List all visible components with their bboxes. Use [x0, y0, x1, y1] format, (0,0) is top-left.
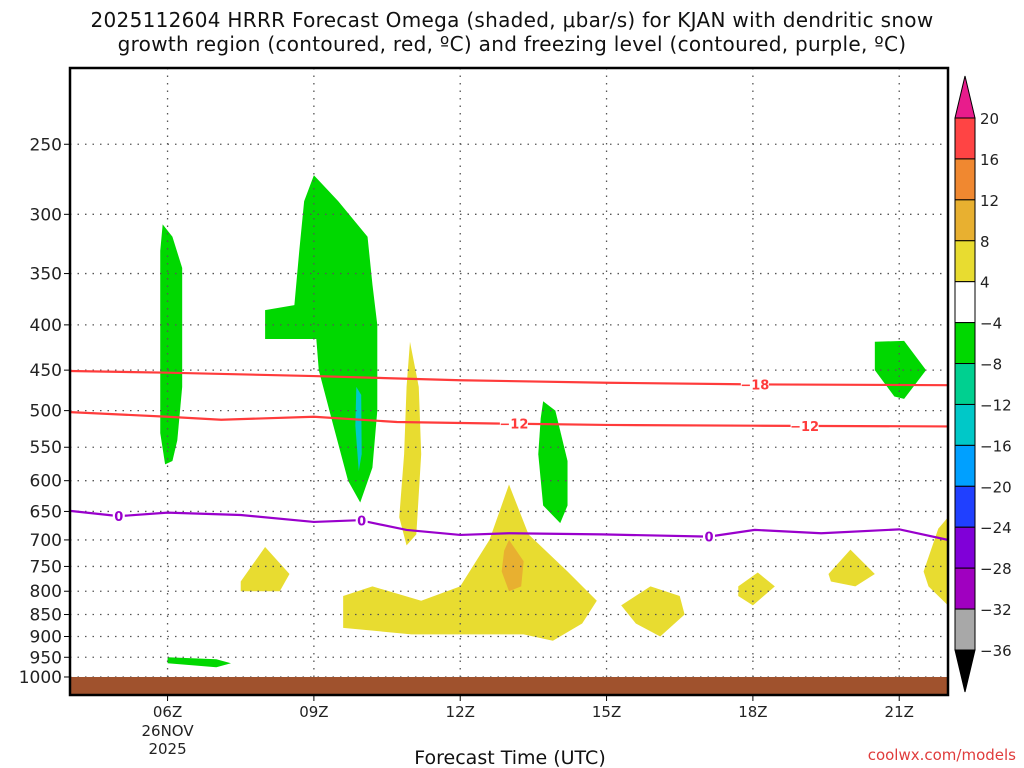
x-date-label: 26NOV [141, 722, 194, 740]
colorbar-label: 16 [980, 151, 999, 169]
contour-label: 0 [114, 510, 123, 525]
colorbar-segment [954, 322, 976, 365]
omega-shaded-region [167, 657, 231, 668]
colorbar-segment [954, 158, 976, 201]
omega-shaded-region [399, 341, 422, 546]
y-tick-label: 350 [30, 265, 62, 285]
omega-shaded-region [738, 572, 775, 606]
y-tick-label: 800 [30, 582, 62, 602]
colorbar-over-triangle [954, 75, 976, 119]
colorbar-segment [954, 403, 976, 446]
x-tick-label: 06Z [153, 703, 182, 721]
colorbar-label: −12 [980, 396, 1012, 414]
colorbar-segment [954, 567, 976, 610]
chart: 2025112604 HRRR Forecast Omega (shaded, … [0, 0, 1024, 768]
colorbar-segment [954, 363, 976, 405]
omega-shaded-region [160, 224, 183, 465]
colorbar-segment [954, 526, 976, 569]
terrain-fill [70, 676, 948, 695]
colorbar-label: −8 [980, 356, 1002, 374]
omega-shaded-region [538, 401, 568, 524]
x-tick-label: 09Z [299, 703, 328, 721]
x-tick-label: 18Z [738, 703, 767, 721]
colorbar-label: −16 [980, 437, 1012, 455]
colorbar-label: −28 [980, 560, 1012, 578]
contour-label: −12 [790, 420, 819, 435]
y-tick-label: 750 [30, 557, 62, 577]
colorbar-under-triangle [954, 649, 976, 693]
colorbar-label: −4 [980, 315, 1002, 333]
colorbar-segment [954, 281, 976, 324]
contour-label: −18 [740, 378, 769, 393]
y-tick-label: 400 [30, 316, 62, 336]
y-tick-label: 500 [30, 402, 62, 422]
y-tick-label: 450 [30, 361, 62, 381]
y-tick-label: 950 [30, 648, 62, 668]
y-tick-label: 650 [30, 502, 62, 522]
contour-line--18 [70, 369, 948, 387]
y-tick-label: 1000 [19, 668, 62, 688]
watermark: coolwx.com/models [868, 746, 1016, 764]
y-tick-label: 700 [30, 531, 62, 551]
y-tick-label: 550 [30, 438, 62, 458]
omega-shaded-region [621, 586, 685, 637]
omega-shaded-region [240, 546, 290, 592]
x-axis-label: Forecast Time (UTC) [414, 747, 605, 768]
colorbar-segment [954, 199, 976, 242]
colorbar-label: −36 [980, 642, 1012, 660]
contour-label: 0 [704, 531, 713, 546]
colorbar-segment [954, 608, 976, 651]
y-tick-label: 900 [30, 627, 62, 647]
colorbar-segment [954, 444, 976, 487]
x-year-label: 2025 [148, 740, 186, 758]
colorbar-label: 4 [980, 274, 990, 292]
y-tick-label: 250 [30, 135, 62, 155]
plot-area: −18 −12 −12 0 0 0 250 300 350 400 450 500 550 600 650 7… [19, 66, 1016, 768]
y-tick-label: 300 [30, 205, 62, 225]
colorbar-label: −24 [980, 519, 1012, 537]
colorbar-segment [954, 485, 976, 528]
x-tick-label: 12Z [446, 703, 475, 721]
colorbar-label: −20 [980, 478, 1012, 496]
x-tick-label: 21Z [885, 703, 914, 721]
colorbar-segment [954, 240, 976, 283]
y-tick-label: 850 [30, 606, 62, 626]
contour-label: −12 [499, 418, 528, 433]
omega-shaded-region [828, 549, 875, 587]
colorbar-label: −32 [980, 601, 1012, 619]
x-tick-label: 15Z [592, 703, 621, 721]
y-tick-label: 600 [30, 472, 62, 492]
colorbar-label: 20 [980, 110, 999, 128]
contour-label: 0 [357, 515, 366, 530]
colorbar-label: 8 [980, 233, 990, 251]
colorbar-label: 12 [980, 192, 999, 210]
omega-shaded-region [923, 517, 948, 606]
colorbar-segment [954, 117, 976, 160]
